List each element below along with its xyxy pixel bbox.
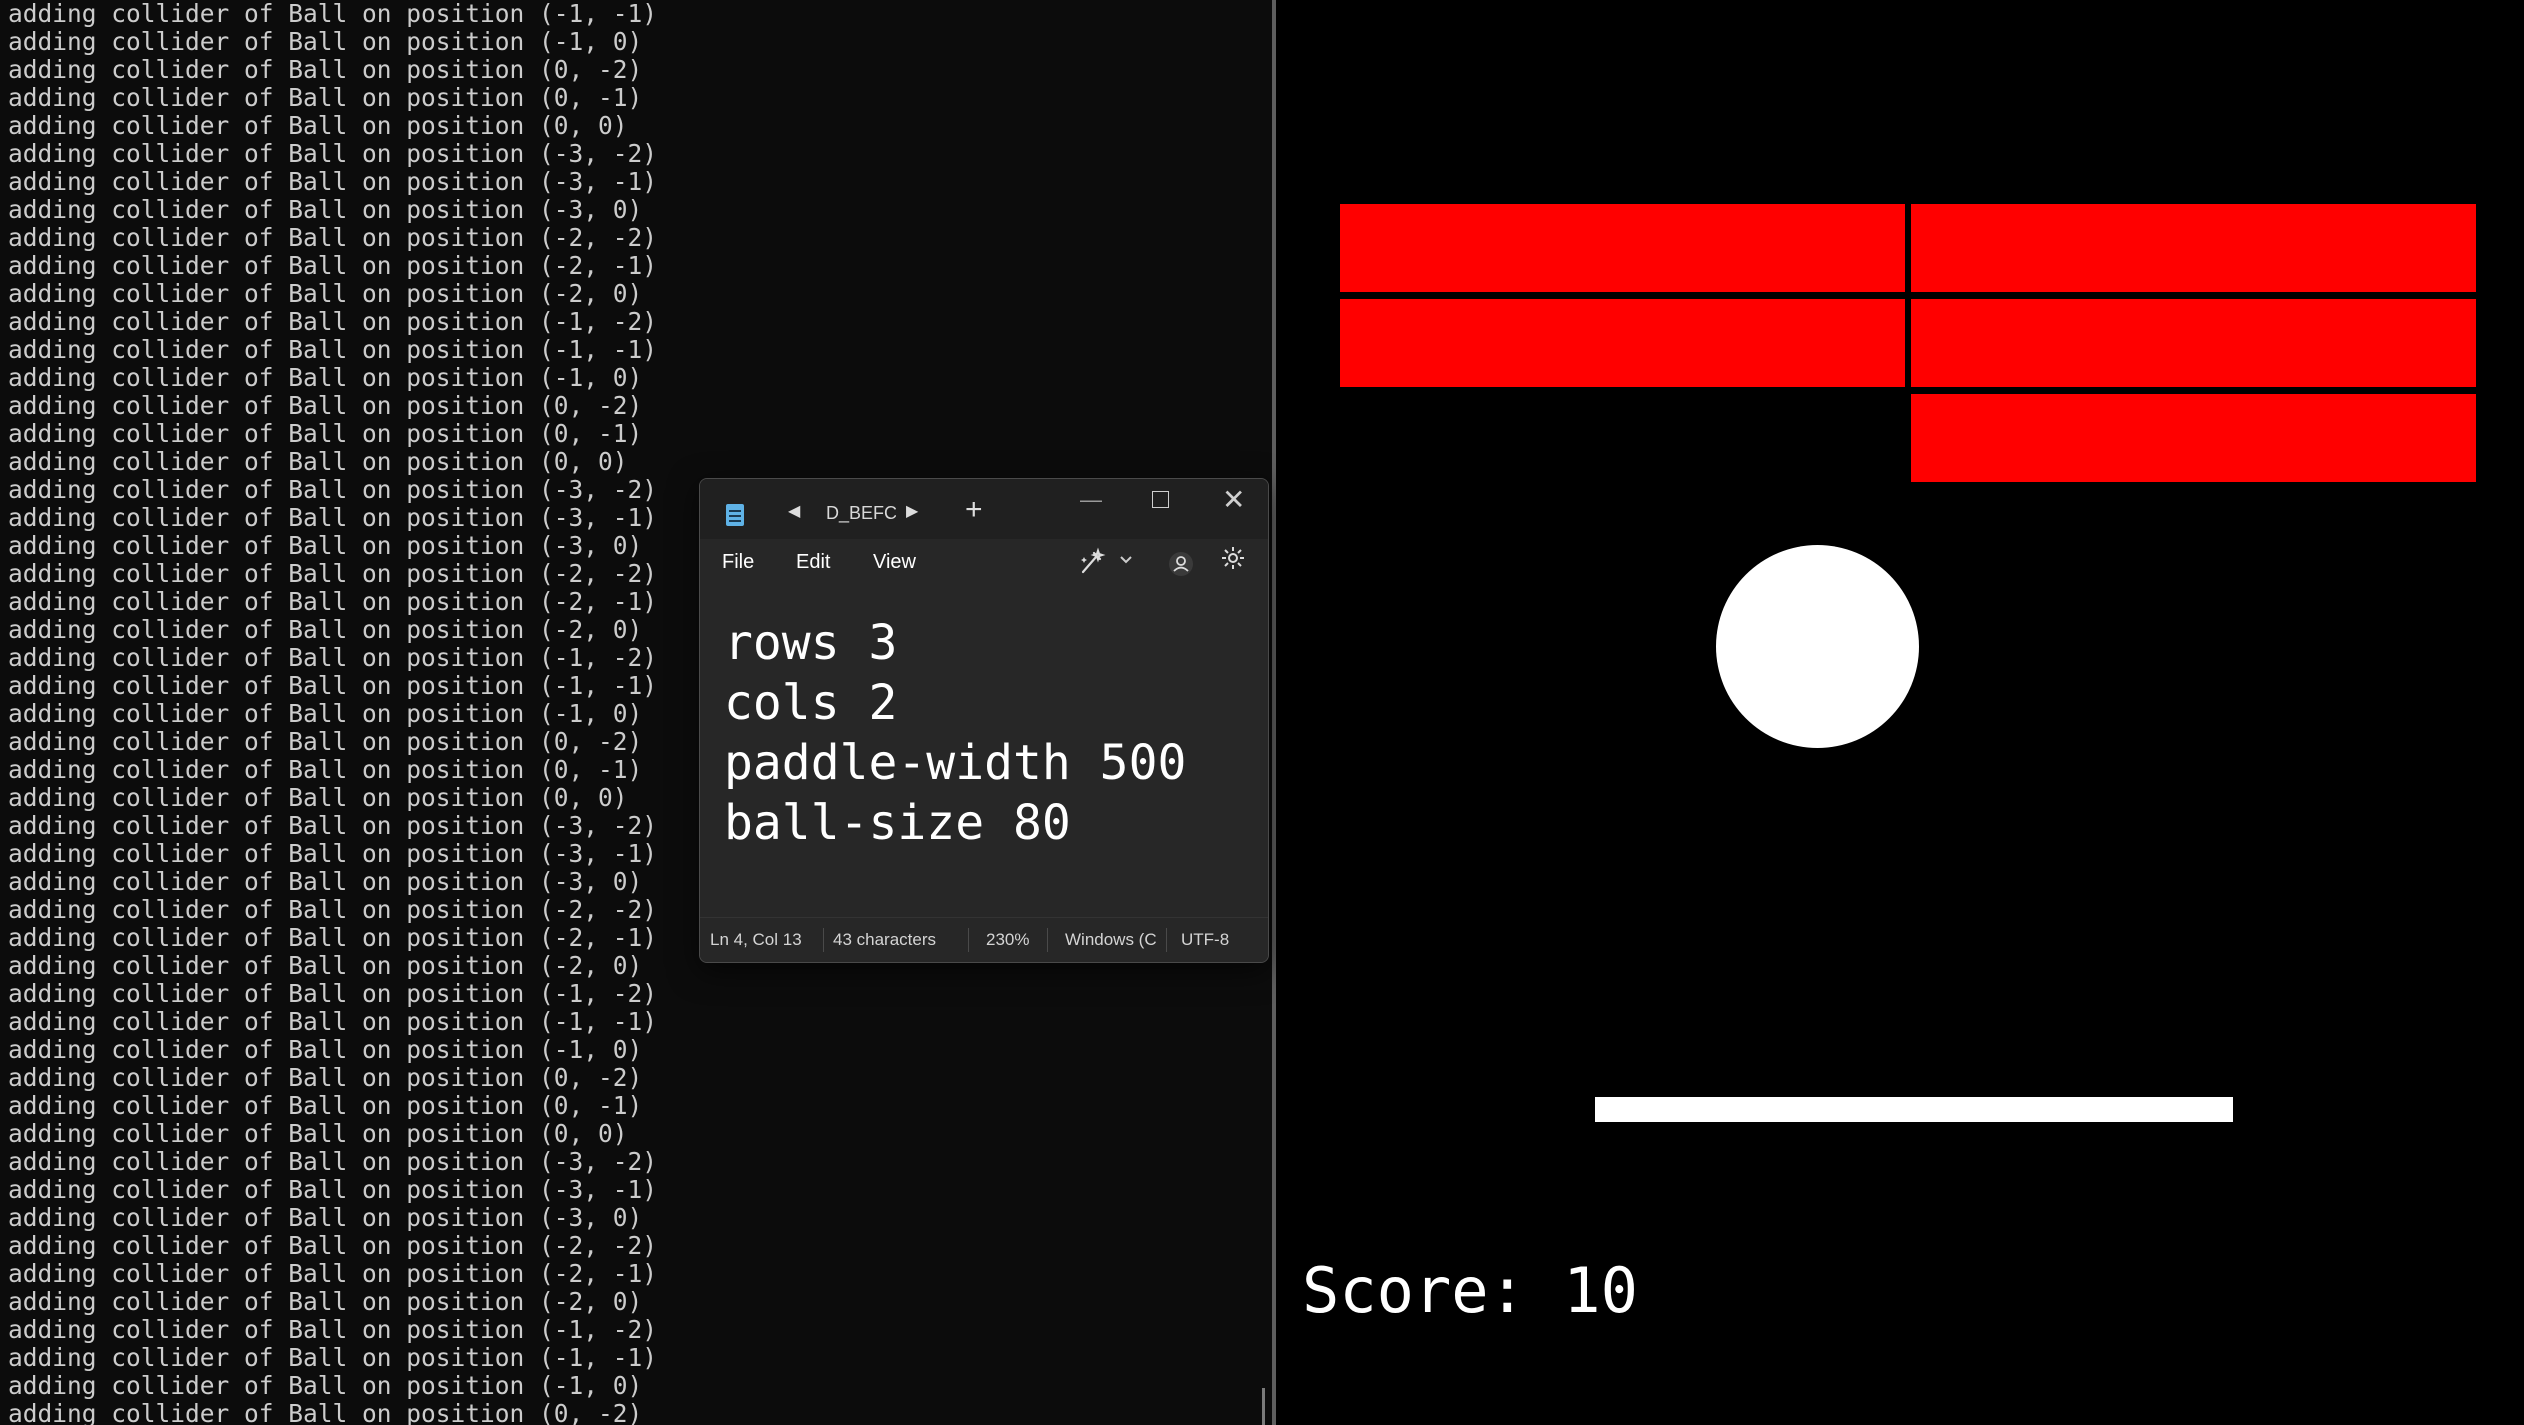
notepad-statusbar: Ln 4, Col 13 43 characters 230% Windows …	[700, 917, 1268, 962]
terminal-line: adding collider of Ball on position (0, …	[8, 55, 643, 84]
brick-row3-col2	[1911, 394, 2476, 482]
terminal-line: adding collider of Ball on position (-2,…	[8, 223, 658, 252]
terminal-line: adding collider of Ball on position (-2,…	[8, 559, 658, 588]
terminal-line: adding collider of Ball on position (-1,…	[8, 363, 643, 392]
status-characters: 43 characters	[833, 930, 936, 949]
chevron-down-icon[interactable]	[1118, 551, 1134, 572]
gear-icon[interactable]	[1220, 545, 1246, 578]
terminal-line: adding collider of Ball on position (-1,…	[8, 699, 643, 728]
status-encoding[interactable]: UTF-8	[1181, 930, 1229, 950]
terminal-line: adding collider of Ball on position (-3,…	[8, 503, 658, 532]
brick-row2-col2	[1911, 299, 2476, 387]
notepad-text-line: ball-size 80	[724, 795, 1071, 851]
terminal-line: adding collider of Ball on position (-1,…	[8, 335, 658, 364]
terminal-line: adding collider of Ball on position (-3,…	[8, 195, 643, 224]
terminal-line: adding collider of Ball on position (-2,…	[8, 923, 658, 952]
brick-row1-col2	[1911, 204, 2476, 292]
maximize-icon[interactable]	[1152, 491, 1169, 508]
menu-file[interactable]: File	[722, 551, 754, 574]
terminal-line: adding collider of Ball on position (-1,…	[8, 1007, 658, 1036]
game-window[interactable]: Score: 10	[1276, 0, 2524, 1425]
terminal-line: adding collider of Ball on position (0, …	[8, 83, 643, 112]
terminal-line: adding collider of Ball on position (0, …	[8, 447, 628, 476]
tab-title[interactable]: D_BEFC	[826, 503, 896, 524]
terminal-line: adding collider of Ball on position (0, …	[8, 783, 628, 812]
terminal-line: adding collider of Ball on position (-1,…	[8, 27, 643, 56]
terminal-line: adding collider of Ball on position (-1,…	[8, 0, 658, 28]
tab-scroll-left-icon[interactable]: ◀	[788, 501, 800, 521]
new-tab-button[interactable]: +	[965, 493, 983, 527]
terminal-line: adding collider of Ball on position (-1,…	[8, 979, 658, 1008]
terminal-line: adding collider of Ball on position (-2,…	[8, 1231, 658, 1260]
terminal-line: adding collider of Ball on position (-1,…	[8, 1371, 643, 1400]
terminal-line: adding collider of Ball on position (-2,…	[8, 895, 658, 924]
status-position: Ln 4, Col 13	[710, 930, 802, 949]
terminal-output: adding collider of Ball on position (-1,…	[8, 0, 657, 1425]
tab-scroll-right-icon[interactable]: ▶	[906, 501, 918, 521]
terminal-line: adding collider of Ball on position (-1,…	[8, 1315, 658, 1344]
terminal-line: adding collider of Ball on position (-3,…	[8, 1203, 643, 1232]
terminal-line: adding collider of Ball on position (0, …	[8, 1091, 643, 1120]
copilot-icon[interactable]	[1078, 547, 1108, 584]
terminal-line: adding collider of Ball on position (-3,…	[8, 531, 643, 560]
terminal-line: adding collider of Ball on position (-2,…	[8, 251, 658, 280]
notepad-text-line: rows 3	[724, 615, 898, 671]
terminal-line: adding collider of Ball on position (-1,…	[8, 1343, 658, 1372]
terminal-scrollbar[interactable]	[1262, 1388, 1265, 1425]
status-separator	[823, 928, 824, 952]
score-label: Score: 10	[1302, 1254, 1638, 1327]
terminal-line: adding collider of Ball on position (0, …	[8, 727, 643, 756]
terminal-line: adding collider of Ball on position (-3,…	[8, 475, 658, 504]
terminal-line: adding collider of Ball on position (-3,…	[8, 811, 658, 840]
terminal-line: adding collider of Ball on position (-3,…	[8, 839, 658, 868]
paddle	[1595, 1097, 2233, 1122]
terminal-line: adding collider of Ball on position (-1,…	[8, 1035, 643, 1064]
terminal-line: adding collider of Ball on position (-1,…	[8, 307, 658, 336]
terminal-line: adding collider of Ball on position (0, …	[8, 419, 643, 448]
terminal-line: adding collider of Ball on position (-2,…	[8, 615, 643, 644]
status-line-ending[interactable]: Windows (C	[1065, 930, 1160, 950]
terminal-line: adding collider of Ball on position (-2,…	[8, 587, 658, 616]
terminal-line: adding collider of Ball on position (0, …	[8, 391, 643, 420]
close-icon[interactable]: ✕	[1222, 483, 1245, 516]
terminal-line: adding collider of Ball on position (-3,…	[8, 867, 643, 896]
notepad-icon	[726, 504, 744, 526]
terminal-line: adding collider of Ball on position (-3,…	[8, 1175, 658, 1204]
terminal-line: adding collider of Ball on position (-1,…	[8, 643, 658, 672]
menu-edit[interactable]: Edit	[796, 551, 830, 574]
menu-view[interactable]: View	[873, 551, 916, 574]
terminal-line: adding collider of Ball on position (0, …	[8, 1399, 643, 1425]
terminal-line: adding collider of Ball on position (0, …	[8, 1063, 643, 1092]
minimize-icon[interactable]: —	[1080, 487, 1102, 513]
terminal-line: adding collider of Ball on position (-2,…	[8, 1259, 658, 1288]
notepad-menubar: File Edit View	[700, 539, 1268, 595]
brick-row2-col1	[1340, 299, 1905, 387]
status-zoom[interactable]: 230%	[986, 930, 1029, 950]
status-separator	[1166, 928, 1167, 952]
status-separator	[1047, 928, 1048, 952]
notepad-titlebar[interactable]: ◀ D_BEFC ▶ + — ✕	[700, 479, 1268, 539]
terminal-line: adding collider of Ball on position (-3,…	[8, 167, 658, 196]
terminal-line: adding collider of Ball on position (0, …	[8, 755, 643, 784]
terminal-line: adding collider of Ball on position (-2,…	[8, 951, 643, 980]
notepad-text-line: paddle-width 500	[724, 735, 1187, 791]
terminal-line: adding collider of Ball on position (0, …	[8, 1119, 628, 1148]
terminal-line: adding collider of Ball on position (-2,…	[8, 1287, 643, 1316]
terminal-line: adding collider of Ball on position (-2,…	[8, 279, 643, 308]
notepad-text-line: cols 2	[724, 675, 898, 731]
brick-row1-col1	[1340, 204, 1905, 292]
account-icon[interactable]	[1169, 552, 1193, 576]
status-separator	[968, 928, 969, 952]
notepad-window[interactable]: ◀ D_BEFC ▶ + — ✕ File Edit View rows 3 co…	[699, 478, 1269, 963]
terminal-line: adding collider of Ball on position (0, …	[8, 111, 628, 140]
terminal-line: adding collider of Ball on position (-3,…	[8, 139, 658, 168]
ball	[1716, 545, 1919, 748]
notepad-text-area[interactable]: rows 3 cols 2 paddle-width 500 ball-size 80	[724, 613, 1254, 853]
terminal-line: adding collider of Ball on position (-3,…	[8, 1147, 658, 1176]
terminal-line: adding collider of Ball on position (-1,…	[8, 671, 658, 700]
